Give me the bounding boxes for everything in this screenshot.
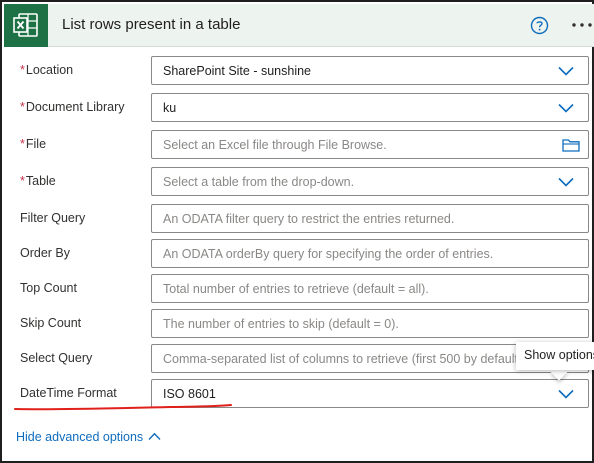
chevron-down-icon[interactable] — [558, 177, 574, 187]
chevron-down-icon[interactable] — [558, 389, 574, 399]
skip-count-input[interactable]: The number of entries to skip (default =… — [151, 309, 589, 338]
location-value: SharePoint Site - sunshine — [163, 64, 312, 78]
file-placeholder: Select an Excel file through File Browse… — [163, 138, 387, 152]
excel-icon — [13, 13, 38, 37]
hide-advanced-options-link[interactable]: Hide advanced options — [16, 430, 161, 444]
required-mark: * — [20, 174, 25, 188]
more-horizontal-icon[interactable] — [570, 15, 594, 35]
datetime-format-label: DateTime Format — [20, 386, 117, 400]
chevron-down-icon[interactable] — [558, 66, 574, 76]
filter-query-input[interactable]: An ODATA filter query to restrict the en… — [151, 204, 589, 233]
top-count-placeholder: Total number of entries to retrieve (def… — [163, 282, 429, 296]
select-query-label: Select Query — [20, 351, 93, 365]
order-by-label: Order By — [20, 246, 71, 260]
help-circle-icon[interactable] — [530, 16, 549, 35]
filter-query-placeholder: An ODATA filter query to restrict the en… — [163, 212, 455, 226]
action-header[interactable]: List rows present in a table — [4, 4, 594, 47]
action-card: List rows present in a table *Location S… — [0, 0, 594, 463]
document-library-label: *Document Library — [20, 100, 125, 114]
table-placeholder: Select a table from the drop-down. — [163, 175, 355, 189]
required-mark: * — [20, 63, 25, 77]
document-library-value: ku — [163, 101, 177, 115]
location-label: *Location — [20, 63, 74, 77]
action-title: List rows present in a table — [62, 16, 241, 33]
chevron-up-icon — [148, 432, 161, 440]
order-by-input[interactable]: An ODATA orderBy query for specifying th… — [151, 239, 589, 268]
excel-logo — [4, 4, 48, 47]
filter-query-label: Filter Query — [20, 211, 86, 225]
location-dropdown[interactable]: SharePoint Site - sunshine — [151, 56, 589, 85]
select-query-placeholder: Comma-separated list of columns to retri… — [163, 352, 526, 366]
file-picker[interactable]: Select an Excel file through File Browse… — [151, 130, 589, 159]
folder-icon[interactable] — [562, 138, 580, 152]
skip-count-placeholder: The number of entries to skip (default =… — [163, 317, 399, 331]
annotation-underline — [14, 404, 232, 411]
show-options-tooltip: Show options — [516, 342, 594, 370]
table-label: *Table — [20, 174, 56, 188]
required-mark: * — [20, 137, 25, 151]
file-label: *File — [20, 137, 47, 151]
skip-count-label: Skip Count — [20, 316, 82, 330]
order-by-placeholder: An ODATA orderBy query for specifying th… — [163, 247, 494, 261]
chevron-down-icon[interactable] — [558, 103, 574, 113]
table-dropdown[interactable]: Select a table from the drop-down. — [151, 167, 589, 196]
required-mark: * — [20, 100, 25, 114]
top-count-label: Top Count — [20, 281, 77, 295]
top-count-input[interactable]: Total number of entries to retrieve (def… — [151, 274, 589, 303]
datetime-format-value: ISO 8601 — [163, 387, 216, 401]
document-library-dropdown[interactable]: ku — [151, 93, 589, 122]
